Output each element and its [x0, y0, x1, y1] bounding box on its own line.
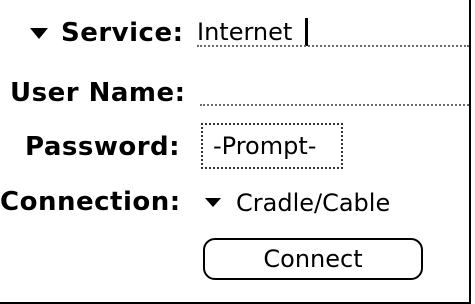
text-cursor	[305, 18, 308, 46]
service-underline	[197, 45, 469, 47]
password-selector[interactable]: -Prompt-	[201, 123, 343, 169]
service-label[interactable]: Service:	[61, 18, 184, 48]
password-label: Password:	[25, 132, 181, 162]
connection-dropdown-icon[interactable]	[205, 198, 221, 207]
connection-label: Connection:	[0, 187, 181, 217]
service-dropdown-icon[interactable]	[30, 28, 48, 39]
connection-selector[interactable]: Cradle/Cable	[236, 188, 390, 218]
username-underline	[200, 104, 469, 106]
username-label: User Name:	[10, 78, 186, 108]
service-input[interactable]: Internet	[197, 17, 292, 47]
connect-button[interactable]: Connect	[203, 238, 423, 280]
password-value: -Prompt-	[213, 132, 317, 160]
